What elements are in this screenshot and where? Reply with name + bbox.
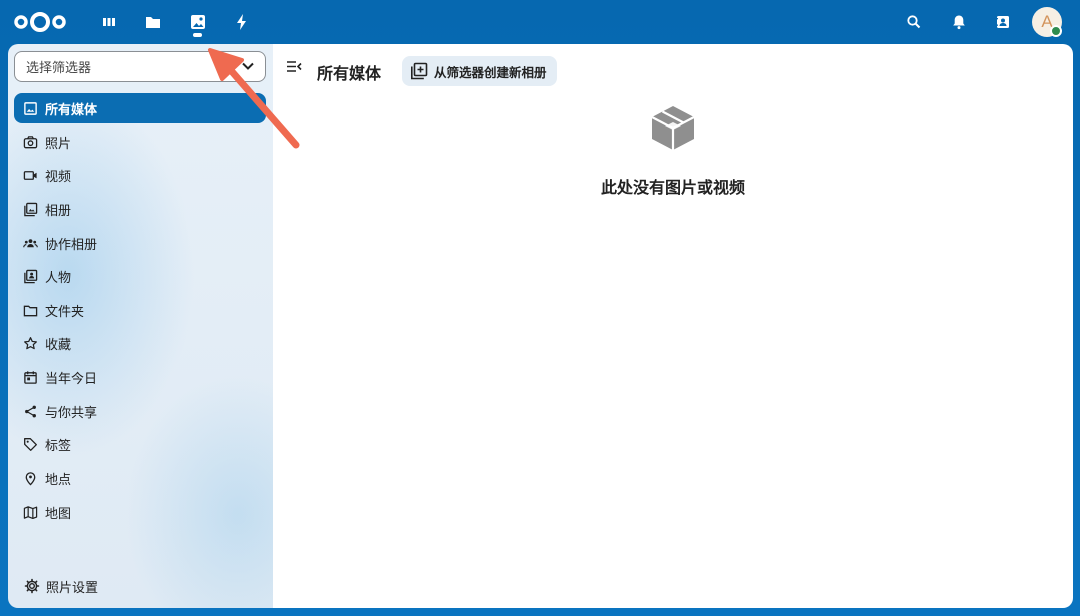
dashboard-icon[interactable]: [94, 8, 124, 36]
sidebar-item-favorites[interactable]: 收藏: [14, 328, 266, 358]
sidebar-item-label: 收藏: [45, 337, 72, 353]
sidebar: 选择筛选器 所有媒体 照片 视频 相册 协作相册 人物 文件夹 收藏 当年今日 …: [8, 44, 273, 608]
sidebar-item-label: 地点: [45, 472, 72, 488]
files-icon[interactable]: [138, 8, 168, 36]
map-icon: [22, 504, 38, 520]
tag-icon: [22, 436, 38, 452]
photos-icon[interactable]: [183, 8, 213, 36]
sidebar-item-label: 文件夹: [45, 304, 85, 320]
sidebar-item-folders[interactable]: 文件夹: [14, 295, 266, 325]
gear-icon: [24, 578, 40, 594]
sidebar-item-all-media[interactable]: 所有媒体: [14, 93, 266, 123]
star-icon: [22, 335, 38, 351]
sidebar-item-on-this-day[interactable]: 当年今日: [14, 362, 266, 392]
chevron-down-icon: [242, 62, 254, 70]
activity-icon[interactable]: [227, 8, 257, 36]
sidebar-item-label: 地图: [45, 506, 72, 522]
person-icon: [22, 268, 38, 284]
top-header: A: [0, 0, 1080, 44]
folder-icon: [22, 302, 38, 318]
create-album-label: 从筛选器创建新相册: [434, 64, 547, 80]
location-icon: [22, 470, 38, 486]
filter-select-placeholder: 选择筛选器: [26, 61, 92, 76]
search-icon[interactable]: [899, 8, 929, 36]
group-icon: [22, 235, 38, 251]
main-content: 所有媒体 从筛选器创建新相册 此处没有图片或视频: [273, 44, 1073, 608]
sidebar-item-label: 标签: [45, 438, 72, 454]
album-icon: [22, 201, 38, 217]
image-icon: [22, 100, 38, 116]
calendar-icon: [22, 369, 38, 385]
filter-select[interactable]: 选择筛选器: [14, 51, 266, 82]
photos-settings-label: 照片设置: [46, 580, 99, 596]
sidebar-item-label: 人物: [45, 270, 72, 286]
sidebar-item-label: 照片: [45, 136, 72, 152]
sidebar-item-people[interactable]: 人物: [14, 261, 266, 291]
sidebar-item-label: 协作相册: [45, 237, 98, 253]
photos-settings-button[interactable]: 照片设置: [24, 574, 98, 598]
camera-icon: [22, 134, 38, 150]
sidebar-item-places[interactable]: 地点: [14, 463, 266, 493]
sidebar-item-tags[interactable]: 标签: [14, 429, 266, 459]
sidebar-item-map[interactable]: 地图: [14, 497, 266, 527]
bell-icon[interactable]: [944, 8, 974, 36]
sidebar-item-label: 当年今日: [45, 371, 98, 387]
share-icon: [22, 403, 38, 419]
sidebar-item-shared-with-you[interactable]: 与你共享: [14, 396, 266, 426]
active-app-indicator: [193, 33, 202, 37]
sidebar-item-label: 与你共享: [45, 405, 98, 421]
contacts-icon[interactable]: [988, 8, 1018, 36]
create-album-from-filter-button[interactable]: 从筛选器创建新相册: [402, 56, 557, 86]
page-title: 所有媒体: [317, 64, 382, 83]
sidebar-item-label: 相册: [45, 203, 72, 219]
sidebar-item-shared-albums[interactable]: 协作相册: [14, 228, 266, 258]
sidebar-item-photos[interactable]: 照片: [14, 127, 266, 157]
nextcloud-logo-icon[interactable]: [12, 8, 68, 36]
sidebar-item-label: 视频: [45, 169, 72, 185]
sidebar-item-videos[interactable]: 视频: [14, 160, 266, 190]
empty-state-message: 此处没有图片或视频: [600, 178, 745, 197]
toggle-sidebar-icon[interactable]: [285, 58, 303, 76]
sidebar-item-label: 所有媒体: [45, 102, 98, 118]
empty-box-icon: [651, 106, 695, 150]
online-status-badge: [1050, 25, 1062, 37]
video-icon: [22, 167, 38, 183]
add-album-icon: [411, 62, 428, 80]
sidebar-item-albums[interactable]: 相册: [14, 194, 266, 224]
